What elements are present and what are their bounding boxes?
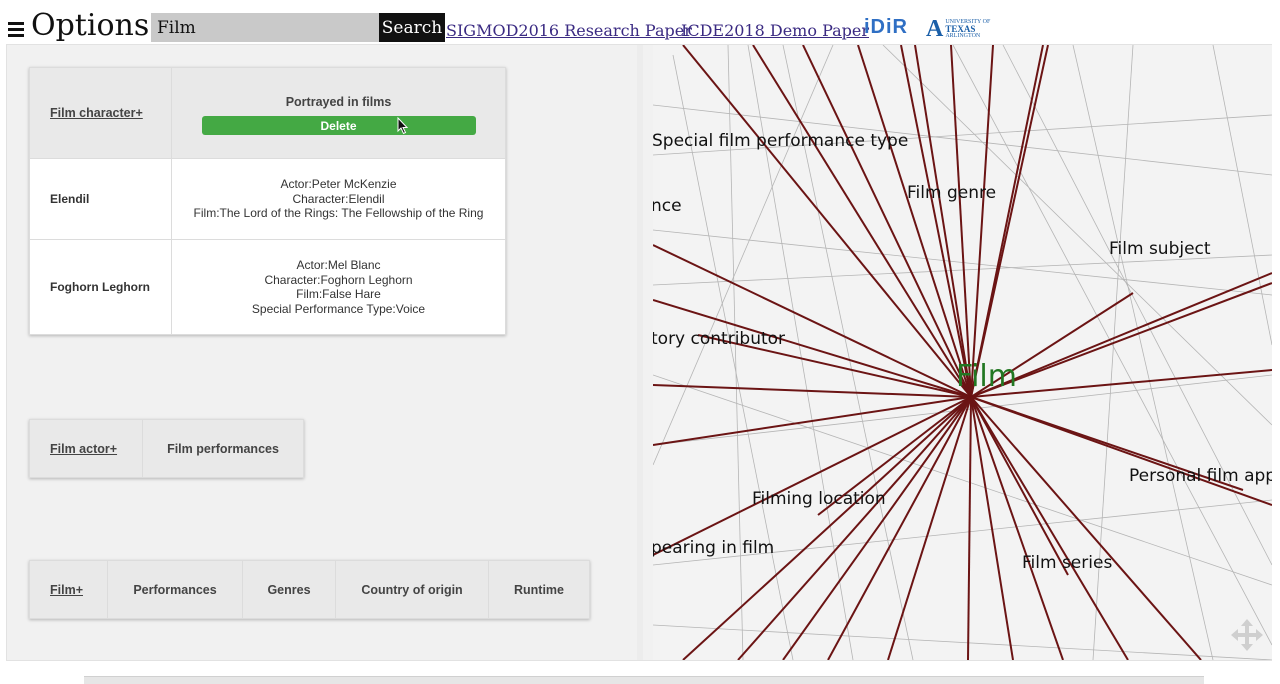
graph-node-personal-film-app[interactable]: Personal film app (1129, 466, 1272, 486)
graph-node-special-film-performance-type[interactable]: Special film performance type (653, 131, 908, 151)
bottom-strip (84, 676, 1204, 684)
runtime-header: Runtime (488, 560, 590, 619)
row-detail-line: Film:The Lord of the Rings: The Fellowsh… (193, 206, 484, 221)
row-detail-line: Character:Foghorn Leghorn (264, 272, 413, 287)
hamburger-menu-icon[interactable] (8, 22, 24, 37)
uta-logo[interactable]: A UNIVERSITY OF TEXAS ARLINGTON (926, 16, 990, 42)
film-actor-header-label[interactable]: Film actor+ (50, 442, 117, 456)
graph-node-filming-location[interactable]: Filming location (752, 489, 886, 509)
row-detail-line: Actor:Mel Blanc (296, 258, 381, 272)
graph-edge (737, 396, 972, 660)
film-actor-header[interactable]: Film actor+ (29, 419, 143, 478)
results-panel: Film character+ Portrayed in films Delet… (7, 45, 637, 660)
graph-edge (914, 45, 972, 398)
table-row: Foghorn Leghorn Actor:Mel Blanc Characte… (29, 239, 506, 335)
sigmod2016-paper-link[interactable]: SIGMOD2016 Research Paper (446, 21, 692, 40)
country-of-origin-header: Country of origin (335, 560, 489, 619)
film-header-label[interactable]: Film+ (50, 583, 83, 597)
row-detail-line: Film:False Hare (296, 287, 381, 301)
search-input[interactable] (151, 13, 380, 42)
performances-header: Performances (107, 560, 243, 619)
row-details: Actor:Mel Blanc Character:Foghorn Leghor… (171, 239, 506, 335)
film-actor-table: Film actor+ Film performances (29, 419, 304, 478)
graph-edge (967, 396, 972, 660)
row-detail-line: Actor:Peter McKenzie (280, 177, 397, 192)
graph-node-appearing-in-film[interactable]: pearing in film (653, 538, 774, 558)
mouse-cursor-icon (397, 117, 409, 135)
film-table: Film+ Performances Genres Country of ori… (29, 560, 590, 619)
main-area: Film character+ Portrayed in films Delet… (6, 44, 1272, 661)
row-detail-line: Special Performance Type:Voice (251, 301, 426, 316)
options-title[interactable]: Options (31, 8, 149, 44)
graph-node-film-subject[interactable]: Film subject (1109, 239, 1211, 259)
graph-panel[interactable]: Special film performance type Film genre… (653, 45, 1272, 660)
top-bar: Options Search SIGMOD2016 Research Paper… (0, 0, 1280, 44)
graph-node-nce[interactable]: nce (653, 196, 682, 216)
portrayed-in-films-label: Portrayed in films (285, 95, 392, 109)
uta-logo-text: UNIVERSITY OF TEXAS ARLINGTON (945, 19, 990, 40)
graph-node-film-genre[interactable]: Film genre (907, 183, 996, 203)
move-arrows-icon[interactable] (1230, 618, 1264, 652)
film-header[interactable]: Film+ (29, 560, 108, 619)
graph-node-film-series[interactable]: Film series (1022, 553, 1112, 573)
film-performances-header: Film performances (142, 419, 304, 478)
idir-logo[interactable]: iDiR (864, 16, 908, 39)
graph-node-story-contributor[interactable]: tory contributor (653, 329, 785, 349)
table-row: Elendil Actor:Peter McKenzie Character:E… (29, 158, 506, 240)
genres-header: Genres (242, 560, 336, 619)
film-character-table: Film character+ Portrayed in films Delet… (29, 67, 506, 335)
graph-edge (782, 396, 972, 660)
delete-button[interactable]: Delete (201, 116, 476, 135)
uta-logo-bottom: ARLINGTON (945, 32, 981, 39)
portrayed-in-films-header: Portrayed in films Delete (171, 67, 506, 159)
panel-divider[interactable] (637, 45, 643, 660)
row-details: Actor:Peter McKenzie Character:Elendil F… (171, 158, 506, 240)
graph-center-node-film[interactable]: Film (956, 359, 1017, 394)
film-character-header[interactable]: Film character+ (29, 67, 172, 159)
film-character-header-label[interactable]: Film character+ (50, 106, 143, 120)
icde2018-paper-link[interactable]: ICDE2018 Demo Paper (681, 21, 869, 40)
uta-logo-name: TEXAS (945, 23, 976, 34)
row-detail-line: Character:Elendil (292, 191, 385, 206)
row-name[interactable]: Foghorn Leghorn (29, 239, 172, 335)
schema-graph[interactable]: Special film performance type Film genre… (653, 45, 1272, 660)
search-button[interactable]: Search (379, 13, 445, 42)
uta-logo-letter: A (926, 16, 944, 42)
row-name[interactable]: Elendil (29, 158, 172, 240)
